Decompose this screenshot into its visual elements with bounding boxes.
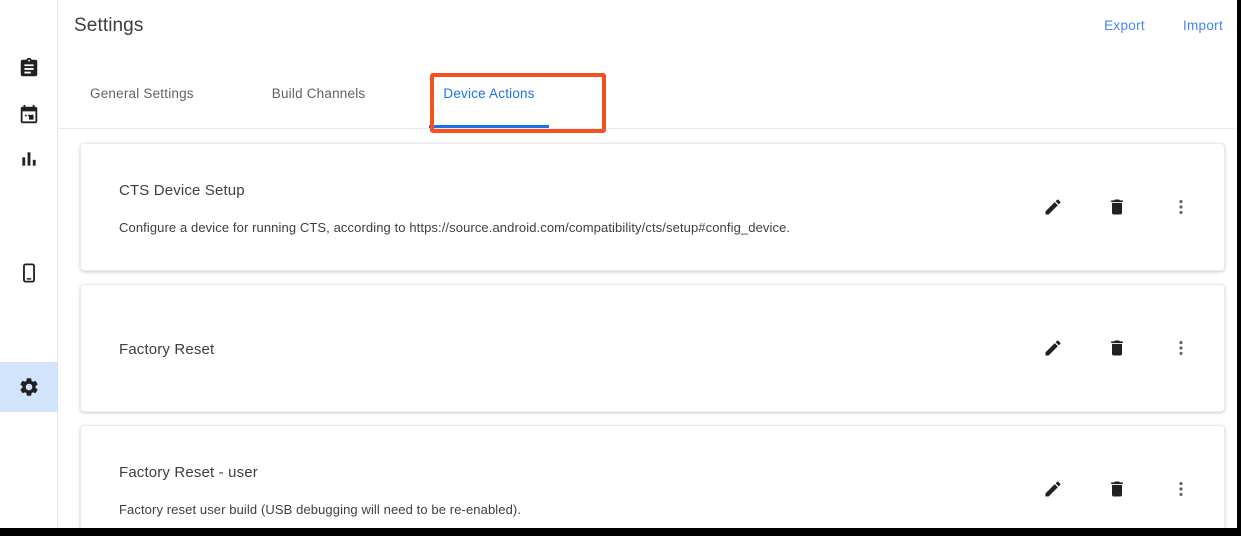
gear-icon <box>18 376 40 398</box>
header-actions: Export Import <box>1104 18 1223 33</box>
card-actions <box>1040 476 1194 502</box>
edit-icon <box>1043 479 1063 499</box>
window-border-bottom <box>0 528 1241 536</box>
more-vert-icon <box>1171 479 1191 499</box>
window-border-right <box>1237 0 1241 536</box>
edit-button[interactable] <box>1040 476 1066 502</box>
card-title: Factory Reset <box>119 340 215 358</box>
card-actions <box>1040 194 1194 220</box>
card-actions <box>1040 335 1194 361</box>
device-phone-icon <box>18 262 40 284</box>
more-vert-icon <box>1171 197 1191 217</box>
edit-icon <box>1043 338 1063 358</box>
device-actions-list: CTS Device Setup Configure a device for … <box>58 129 1241 528</box>
card-description: Factory reset user build (USB debugging … <box>119 501 522 517</box>
edit-button[interactable] <box>1040 194 1066 220</box>
delete-icon <box>1107 479 1127 499</box>
tab-general-settings[interactable]: General Settings <box>72 58 212 128</box>
clipboard-icon <box>18 57 40 79</box>
device-action-card[interactable]: Factory Reset <box>80 284 1225 412</box>
edit-icon <box>1043 197 1063 217</box>
sidebar-item-schedule[interactable] <box>0 90 58 140</box>
device-action-card[interactable]: Factory Reset - user Factory reset user … <box>80 425 1225 528</box>
tab-build-channels[interactable]: Build Channels <box>254 58 384 128</box>
sidebar-item-assignments[interactable] <box>0 43 58 93</box>
sidebar-item-reports[interactable] <box>0 134 58 184</box>
tab-device-actions[interactable]: Device Actions <box>425 58 552 128</box>
card-title: CTS Device Setup <box>119 181 245 199</box>
import-button[interactable]: Import <box>1183 18 1223 33</box>
delete-button[interactable] <box>1104 476 1130 502</box>
settings-page: Settings Export Import General Settings … <box>0 0 1241 536</box>
delete-icon <box>1107 338 1127 358</box>
sidebar-item-settings[interactable] <box>0 362 58 412</box>
delete-button[interactable] <box>1104 194 1130 220</box>
more-vert-icon <box>1171 338 1191 358</box>
export-button[interactable]: Export <box>1104 18 1145 33</box>
card-body: CTS Device Setup Configure a device for … <box>119 182 1200 235</box>
more-options-button[interactable] <box>1168 194 1194 220</box>
more-options-button[interactable] <box>1168 335 1194 361</box>
edit-button[interactable] <box>1040 335 1066 361</box>
more-options-button[interactable] <box>1168 476 1194 502</box>
page-title: Settings <box>74 15 144 36</box>
device-action-card[interactable]: CTS Device Setup Configure a device for … <box>80 143 1225 271</box>
sidebar <box>0 0 58 528</box>
card-body: Factory Reset <box>119 341 1200 358</box>
sidebar-item-devices[interactable] <box>0 248 58 298</box>
delete-icon <box>1107 197 1127 217</box>
tab-bar: General Settings Build Channels Device A… <box>58 58 1241 129</box>
main-panel: Settings Export Import General Settings … <box>58 0 1241 528</box>
calendar-icon <box>18 104 40 126</box>
card-body: Factory Reset - user Factory reset user … <box>119 464 1200 517</box>
bar-chart-icon <box>19 149 39 169</box>
card-description: Configure a device for running CTS, acco… <box>119 219 791 235</box>
page-header: Settings Export Import <box>58 0 1241 58</box>
delete-button[interactable] <box>1104 335 1130 361</box>
card-title: Factory Reset - user <box>119 463 258 481</box>
